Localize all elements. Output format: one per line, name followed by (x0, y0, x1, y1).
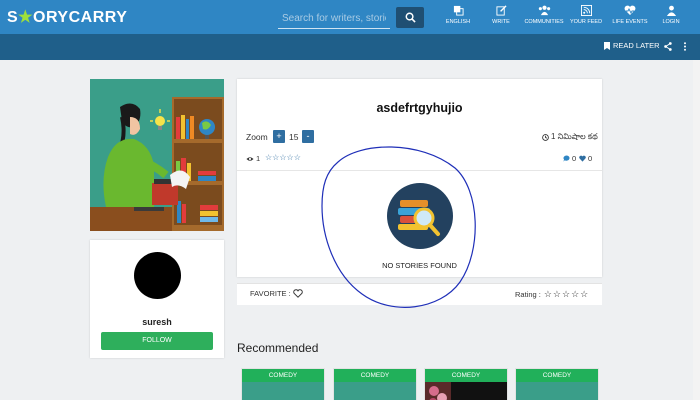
nav-life-events-label: LIFE EVENTS (612, 19, 648, 25)
story-rating-stars: ☆☆☆☆☆ (265, 153, 301, 162)
search-input[interactable] (278, 9, 390, 29)
sub-navbar (0, 34, 700, 60)
logo-text-rest: ORYCARRY (33, 9, 128, 26)
flower-thumbnail (425, 382, 451, 400)
views-count: 1 (246, 154, 260, 163)
share-icon[interactable] (664, 42, 672, 51)
nav-write[interactable]: WRITE (478, 4, 524, 32)
rating-stars-input[interactable]: ☆☆☆☆☆ (544, 289, 589, 300)
logo-star-icon: ★ (18, 9, 34, 26)
storycarry-logo[interactable]: S★ORYCARRY (7, 7, 127, 27)
favorite-rating-bar: FAVORITE : Rating : ☆☆☆☆☆ (237, 283, 602, 305)
likes-value: 0 (588, 154, 593, 163)
life-events-icon (624, 5, 636, 16)
read-time: 1 నిమిషాల కథ (542, 132, 598, 143)
rating-widget: Rating : ☆☆☆☆☆ (515, 289, 589, 300)
rating-label: Rating : (515, 290, 541, 299)
writer-at-typewriter-illustration (90, 79, 224, 231)
nav-your-feed-label: YOUR FEED (569, 19, 603, 25)
clock-icon (542, 134, 549, 141)
author-card: suresh FOLLOW (90, 240, 224, 358)
category-label: COMEDY (334, 369, 416, 382)
category-label: COMEDY (242, 369, 324, 382)
top-navbar: S★ORYCARRY ENGLISH WRITE COMMUNITIES YOU… (0, 0, 700, 34)
nav-communities-label: COMMUNITIES (524, 19, 564, 25)
nav-your-feed[interactable]: YOUR FEED (563, 4, 609, 32)
logo-text-start: S (7, 9, 19, 26)
write-icon (495, 5, 507, 16)
views-value: 1 (256, 154, 261, 163)
no-stories-found-text: NO STORIES FOUND (382, 261, 457, 270)
zoom-value: 15 (289, 132, 299, 142)
comment-icon (563, 155, 570, 162)
nav-life-events[interactable]: LIFE EVENTS (607, 4, 653, 32)
eye-icon (246, 156, 254, 161)
recommended-story-card[interactable]: COMEDY (515, 368, 599, 400)
user-icon (666, 5, 676, 16)
read-later-button[interactable]: READ LATER (604, 41, 660, 50)
comments-count[interactable]: 0 (563, 154, 576, 163)
nav-communities[interactable]: COMMUNITIES (521, 4, 567, 32)
avatar[interactable] (134, 252, 181, 299)
nav-language[interactable]: ENGLISH (435, 4, 481, 32)
nav-login[interactable]: LOGIN (648, 4, 694, 32)
read-time-text: 1 నిమిషాల కథ (551, 132, 598, 141)
recommended-story-card[interactable]: COMEDY (424, 368, 508, 400)
zoom-decrease-button[interactable]: - (302, 130, 314, 143)
favorite-label: FAVORITE : (250, 289, 291, 298)
translate-icon (453, 5, 464, 16)
communities-icon (538, 5, 550, 16)
more-options-icon[interactable] (683, 42, 687, 51)
favorite-toggle[interactable]: FAVORITE : (250, 289, 303, 298)
category-label: COMEDY (516, 369, 598, 382)
story-title: asdefrtgyhujio (376, 101, 463, 115)
recommended-cover (334, 382, 416, 400)
recommended-story-card[interactable]: COMEDY (241, 368, 325, 400)
recommended-cover (242, 382, 324, 400)
recommended-cover (516, 382, 598, 400)
zoom-label: Zoom (246, 132, 268, 142)
story-cover-image (90, 79, 224, 231)
category-label: COMEDY (425, 369, 507, 382)
read-later-label: READ LATER (613, 41, 660, 50)
zoom-increase-button[interactable]: + (273, 130, 285, 143)
heart-icon (579, 155, 586, 162)
recommended-heading: Recommended (237, 341, 319, 355)
search-button[interactable] (396, 7, 424, 28)
story-card: asdefrtgyhujio Zoom + 15 - 1 నిమిషాల కథ … (237, 79, 602, 277)
nav-language-label: ENGLISH (445, 19, 471, 25)
author-name[interactable]: suresh (90, 317, 224, 327)
nav-login-label: LOGIN (662, 19, 680, 25)
recommended-cover (425, 382, 507, 400)
page-scrollbar[interactable] (693, 60, 700, 400)
bookmark-icon (604, 41, 610, 50)
likes-count[interactable]: 0 (579, 154, 592, 163)
search-icon (405, 12, 416, 23)
heart-outline-icon[interactable] (292, 289, 303, 298)
recommended-story-card[interactable]: COMEDY (333, 368, 417, 400)
divider (237, 170, 602, 171)
rss-feed-icon (580, 5, 592, 16)
follow-button[interactable]: FOLLOW (101, 332, 213, 350)
empty-books-icon (387, 183, 453, 249)
comments-value: 0 (572, 154, 577, 163)
nav-write-label: WRITE (492, 19, 510, 25)
